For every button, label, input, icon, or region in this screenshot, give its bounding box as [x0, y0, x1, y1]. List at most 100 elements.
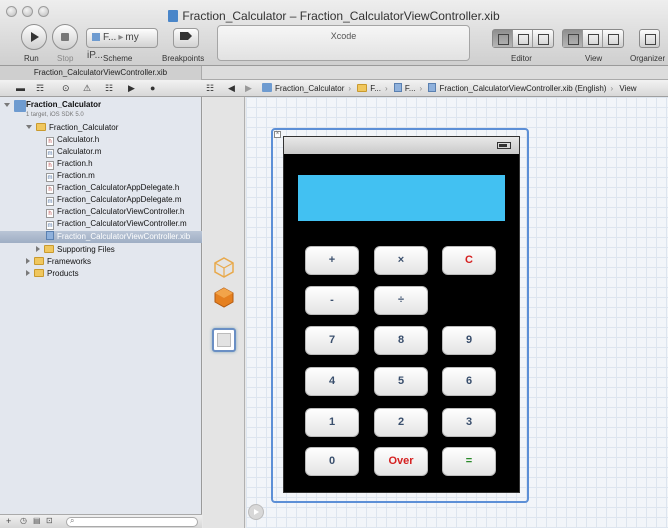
folder-icon [36, 123, 46, 131]
run-label: Run [24, 54, 39, 63]
disclosure-triangle-icon[interactable] [36, 246, 40, 252]
digit-3-button[interactable]: 3 [442, 408, 496, 437]
utilities-toggle-icon[interactable] [603, 30, 623, 47]
breakpoints-button[interactable] [173, 28, 199, 48]
ib-collapse-toggle[interactable] [248, 504, 264, 520]
tab-xib[interactable]: Fraction_CalculatorViewController.xib [0, 66, 202, 80]
issue-navigator-icon[interactable]: ⚠ [83, 84, 91, 93]
placeholder-cube-icon[interactable] [213, 256, 235, 278]
view-object-icon[interactable] [212, 328, 236, 352]
breadcrumb-view[interactable]: View [619, 84, 636, 93]
search-navigator-icon[interactable]: ⊙ [62, 84, 70, 93]
disclosure-triangle-icon[interactable] [4, 103, 10, 107]
breadcrumb-project[interactable]: Fraction_Calculator [262, 83, 344, 93]
xib-file-icon [428, 83, 437, 92]
multiply-button[interactable]: × [374, 246, 428, 275]
digit-1-button[interactable]: 1 [305, 408, 359, 437]
over-button[interactable]: Over [374, 447, 428, 476]
play-icon [254, 509, 259, 515]
subgroup-name: Products [47, 269, 79, 278]
close-icon[interactable]: × [274, 131, 281, 138]
project-navigator-icon[interactable]: ▬ [16, 84, 25, 93]
breadcrumb-file[interactable]: F... [393, 83, 416, 93]
list-item[interactable]: h Fraction_CalculatorAppDelegate.h [0, 182, 202, 194]
breakpoint-navigator-icon[interactable]: ▶ [128, 84, 135, 93]
organizer-button[interactable] [639, 29, 660, 48]
debug-navigator-icon[interactable]: ☷ [105, 84, 113, 93]
first-responder-cube-icon[interactable] [213, 286, 235, 308]
related-files-icon[interactable]: ☷ [206, 84, 214, 93]
view-inner-icon [217, 333, 231, 347]
list-item[interactable]: h Fraction_CalculatorViewController.h [0, 206, 202, 218]
equals-button[interactable]: = [442, 447, 496, 476]
tab-bar: Fraction_CalculatorViewController.xib [0, 66, 668, 80]
recent-files-icon[interactable]: ◷ [20, 516, 27, 525]
subgroup-row[interactable]: Supporting Files [0, 244, 202, 256]
add-icon[interactable]: + [6, 516, 11, 526]
editor-segmented-control[interactable] [492, 29, 554, 48]
filter-input[interactable]: ⌕ [66, 516, 198, 527]
digit-6-button[interactable]: 6 [442, 367, 496, 396]
breadcrumb: Fraction_Calculator › F... › F... › Fractio… [262, 80, 637, 97]
forward-arrow-icon[interactable]: ▶ [245, 84, 252, 93]
standard-editor-icon[interactable] [493, 30, 513, 47]
subgroup-row[interactable]: Products [0, 268, 202, 280]
file-name: Fraction_CalculatorAppDelegate.m [57, 195, 182, 204]
subgroup-name: Supporting Files [57, 245, 115, 254]
clear-button[interactable]: C [442, 246, 496, 275]
run-button[interactable] [21, 24, 47, 50]
digit-2-button[interactable]: 2 [374, 408, 428, 437]
xib-file-icon [46, 231, 54, 240]
scm-filter-icon[interactable]: ⊡ [46, 516, 53, 525]
group-row[interactable]: Fraction_Calculator [0, 122, 202, 134]
list-item[interactable]: m Calculator.m [0, 146, 202, 158]
stop-button[interactable] [52, 24, 78, 50]
digit-0-button[interactable]: 0 [305, 447, 359, 476]
minus-button[interactable]: - [305, 286, 359, 315]
plus-button[interactable]: + [305, 246, 359, 275]
file-name: Fraction.h [57, 159, 93, 168]
folder-icon [357, 84, 368, 92]
xib-file-icon [393, 83, 402, 92]
disclosure-triangle-icon[interactable] [26, 258, 30, 264]
ib-canvas[interactable]: × + × C - ÷ 7 8 9 4 5 6 1 2 3 0 Over = [246, 97, 668, 528]
digit-5-button[interactable]: 5 [374, 367, 428, 396]
digit-7-button[interactable]: 7 [305, 326, 359, 355]
list-item[interactable]: m Fraction_CalculatorAppDelegate.m [0, 194, 202, 206]
calculator-display[interactable] [298, 175, 505, 221]
list-item[interactable]: m Fraction_CalculatorViewController.m [0, 218, 202, 230]
back-arrow-icon[interactable]: ◀ [228, 84, 235, 93]
scheme-popup[interactable]: F... ▸ my iP... [86, 28, 158, 61]
activity-viewer: Xcode [217, 25, 470, 61]
breakpoints-label: Breakpoints [162, 54, 205, 63]
list-item-selected[interactable]: Fraction_CalculatorViewController.xib [0, 231, 202, 243]
divide-button[interactable]: ÷ [374, 286, 428, 315]
file-name: Fraction_CalculatorViewController.h [57, 207, 185, 216]
digit-8-button[interactable]: 8 [374, 326, 428, 355]
breadcrumb-xib[interactable]: Fraction_CalculatorViewController.xib (E… [428, 83, 606, 93]
main-view[interactable]: + × C - ÷ 7 8 9 4 5 6 1 2 3 0 Over = [283, 136, 520, 493]
folder-icon [34, 269, 44, 277]
digit-9-button[interactable]: 9 [442, 326, 496, 355]
view-segmented-control[interactable] [562, 29, 624, 48]
organizer-label: Organizer [630, 54, 666, 63]
header-file-icon: h [46, 185, 54, 194]
assistant-editor-icon[interactable] [513, 30, 533, 47]
disclosure-triangle-icon[interactable] [26, 125, 32, 129]
digit-4-button[interactable]: 4 [305, 367, 359, 396]
symbol-navigator-icon[interactable]: ☶ [36, 84, 44, 93]
list-item[interactable]: m Fraction.m [0, 170, 202, 182]
stop-icon [61, 33, 69, 41]
subgroup-row[interactable]: Frameworks [0, 256, 202, 268]
list-item[interactable]: h Calculator.h [0, 134, 202, 146]
list-item[interactable]: h Fraction.h [0, 158, 202, 170]
unsaved-filter-icon[interactable]: ▤ [33, 516, 41, 525]
navigator-toggle-icon[interactable] [563, 30, 583, 47]
disclosure-triangle-icon[interactable] [26, 270, 30, 276]
breadcrumb-group[interactable]: F... [357, 84, 381, 93]
log-navigator-icon[interactable]: ● [150, 84, 155, 93]
project-row[interactable]: Fraction_Calculator 1 target, iOS SDK 5.… [0, 100, 202, 122]
debug-area-toggle-icon[interactable] [583, 30, 603, 47]
version-editor-icon[interactable] [533, 30, 553, 47]
editor-label: Editor [511, 54, 532, 63]
